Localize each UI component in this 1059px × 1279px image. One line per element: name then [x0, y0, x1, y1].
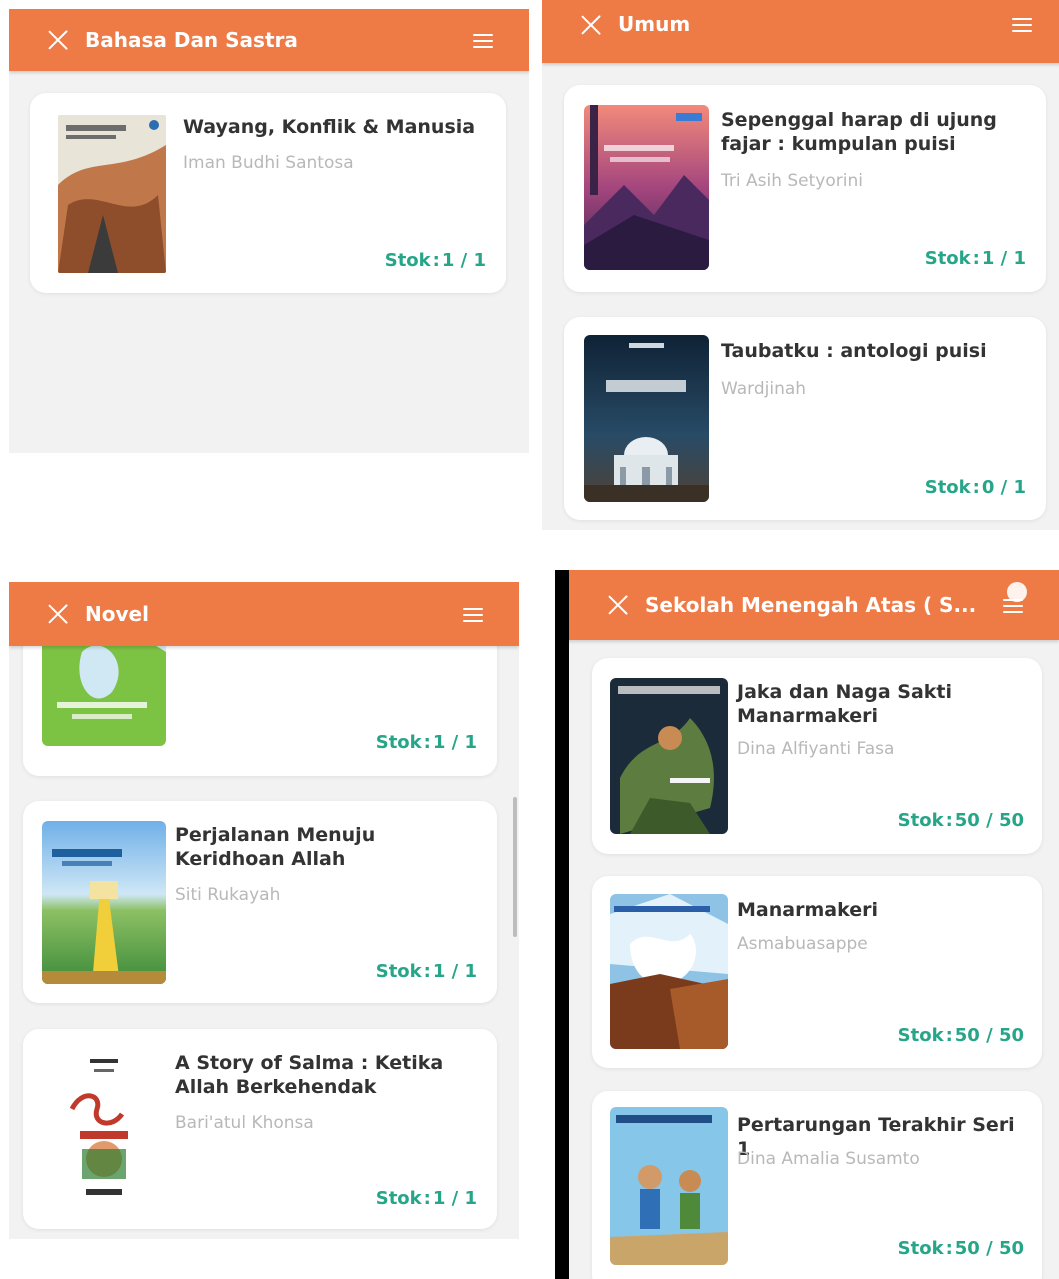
book-author: Iman Budhi Santosa: [183, 153, 354, 173]
app-bar: Bahasa Dan Sastra: [9, 9, 529, 71]
stock-value: 1 / 1: [432, 961, 477, 982]
book-cover: [610, 894, 728, 1049]
book-card[interactable]: Wayang, Konflik & Manusia Iman Budhi San…: [30, 93, 506, 293]
stock-label: Stok: [375, 1188, 422, 1209]
book-title: Manarmakeri: [737, 899, 878, 921]
book-author: Siti Rukayah: [175, 885, 281, 905]
stock-info: Stok:1 / 1: [375, 1188, 477, 1209]
book-title: Perjalanan Menuju Keridhoan Allah: [175, 824, 376, 870]
page-title: Bahasa Dan Sastra: [85, 28, 298, 52]
page-title: Novel: [85, 602, 149, 626]
stock-info: Stok:1 / 1: [375, 732, 477, 753]
book-author: Dina Alfiyanti Fasa: [737, 739, 895, 759]
stock-info: Stok:50 / 50: [897, 1025, 1024, 1046]
screen-bahasa-dan-sastra: Bahasa Dan Sastra Wayang, Konflik & Manu…: [9, 9, 529, 453]
screen-edge: [555, 570, 569, 1279]
app-bar: Novel: [9, 582, 519, 646]
close-icon[interactable]: [580, 14, 602, 36]
book-card[interactable]: Pertarungan Terakhir Seri 1 Dina Amalia …: [592, 1091, 1042, 1279]
stock-value: 1 / 1: [432, 732, 477, 753]
book-cover: [58, 115, 166, 273]
book-cover: [42, 1049, 166, 1209]
book-card[interactable]: Sepenggal harap di ujung fajar : kumpula…: [564, 85, 1046, 292]
close-icon[interactable]: [47, 29, 69, 51]
book-author: Asmabuasappe: [737, 934, 868, 954]
book-cover: [42, 821, 166, 984]
floating-dot-icon[interactable]: [1007, 582, 1027, 602]
book-author: Dina Amalia Susamto: [737, 1149, 920, 1169]
book-cover: [610, 1107, 728, 1265]
stock-label: Stok: [924, 477, 971, 498]
book-title: Jaka dan Naga Sakti Manarmakeri: [737, 681, 953, 727]
page-title: Sekolah Menengah Atas ( S...: [645, 593, 977, 617]
stock-label: Stok: [897, 1025, 944, 1046]
stock-value: 1 / 1: [981, 248, 1026, 269]
book-author: Bari'atul Khonsa: [175, 1113, 314, 1133]
book-title: Wayang, Konflik & Manusia: [183, 116, 476, 138]
stock-label: Stok: [897, 810, 944, 831]
book-title: Taubatku : antologi puisi: [721, 340, 987, 362]
menu-icon[interactable]: [1012, 16, 1032, 33]
menu-icon[interactable]: [463, 606, 483, 623]
stock-value: 50 / 50: [954, 810, 1024, 831]
stock-value: 1 / 1: [441, 250, 486, 271]
book-card[interactable]: Taubatku : antologi puisi Wardjinah Stok…: [564, 317, 1046, 520]
stock-info: Stok:50 / 50: [897, 1238, 1024, 1259]
book-card[interactable]: Manarmakeri Asmabuasappe Stok:50 / 50: [592, 876, 1042, 1068]
book-card[interactable]: Perjalanan Menuju Keridhoan Allah Siti R…: [23, 801, 497, 1003]
book-title: Sepenggal harap di ujung fajar : kumpula…: [721, 109, 997, 155]
book-card[interactable]: A Story of Salma : Ketika Allah Berkehen…: [23, 1029, 497, 1229]
stock-info: Stok:1 / 1: [924, 248, 1026, 269]
stock-info: Stok:1 / 1: [384, 250, 486, 271]
stock-info: Stok:1 / 1: [375, 961, 477, 982]
stock-label: Stok: [375, 961, 422, 982]
book-cover: [584, 105, 709, 270]
stock-value: 50 / 50: [954, 1025, 1024, 1046]
book-cover: [610, 678, 728, 834]
book-title: A Story of Salma : Ketika Allah Berkehen…: [175, 1052, 444, 1098]
stock-value: 0 / 1: [981, 477, 1026, 498]
book-author: Wardjinah: [721, 379, 807, 399]
stock-label: Stok: [924, 248, 971, 269]
page-title: Umum: [618, 12, 691, 36]
stock-value: 50 / 50: [954, 1238, 1024, 1259]
menu-icon[interactable]: [473, 32, 493, 49]
screen-novel: Novel Stok:1 / 1 Perjalanan Menuju Kerid…: [9, 582, 519, 1239]
stock-info: Stok:0 / 1: [924, 477, 1026, 498]
close-icon[interactable]: [47, 603, 69, 625]
screen-sekolah-menengah-atas: Sekolah Menengah Atas ( S... Jaka dan Na…: [555, 570, 1059, 1279]
stock-label: Stok: [897, 1238, 944, 1259]
app-bar: Umum: [542, 0, 1059, 63]
stock-label: Stok: [375, 732, 422, 753]
book-cover: [584, 335, 709, 502]
book-card[interactable]: Jaka dan Naga Sakti Manarmakeri Dina Alf…: [592, 658, 1042, 854]
screen-umum: Umum Sepenggal harap di ujung fajar : ku…: [542, 0, 1059, 530]
stock-label: Stok: [384, 250, 431, 271]
close-icon[interactable]: [607, 594, 629, 616]
app-bar: Sekolah Menengah Atas ( S...: [555, 570, 1059, 640]
scrollbar[interactable]: [513, 797, 517, 937]
stock-value: 1 / 1: [432, 1188, 477, 1209]
book-author: Tri Asih Setyorini: [721, 171, 863, 191]
stock-info: Stok:50 / 50: [897, 810, 1024, 831]
